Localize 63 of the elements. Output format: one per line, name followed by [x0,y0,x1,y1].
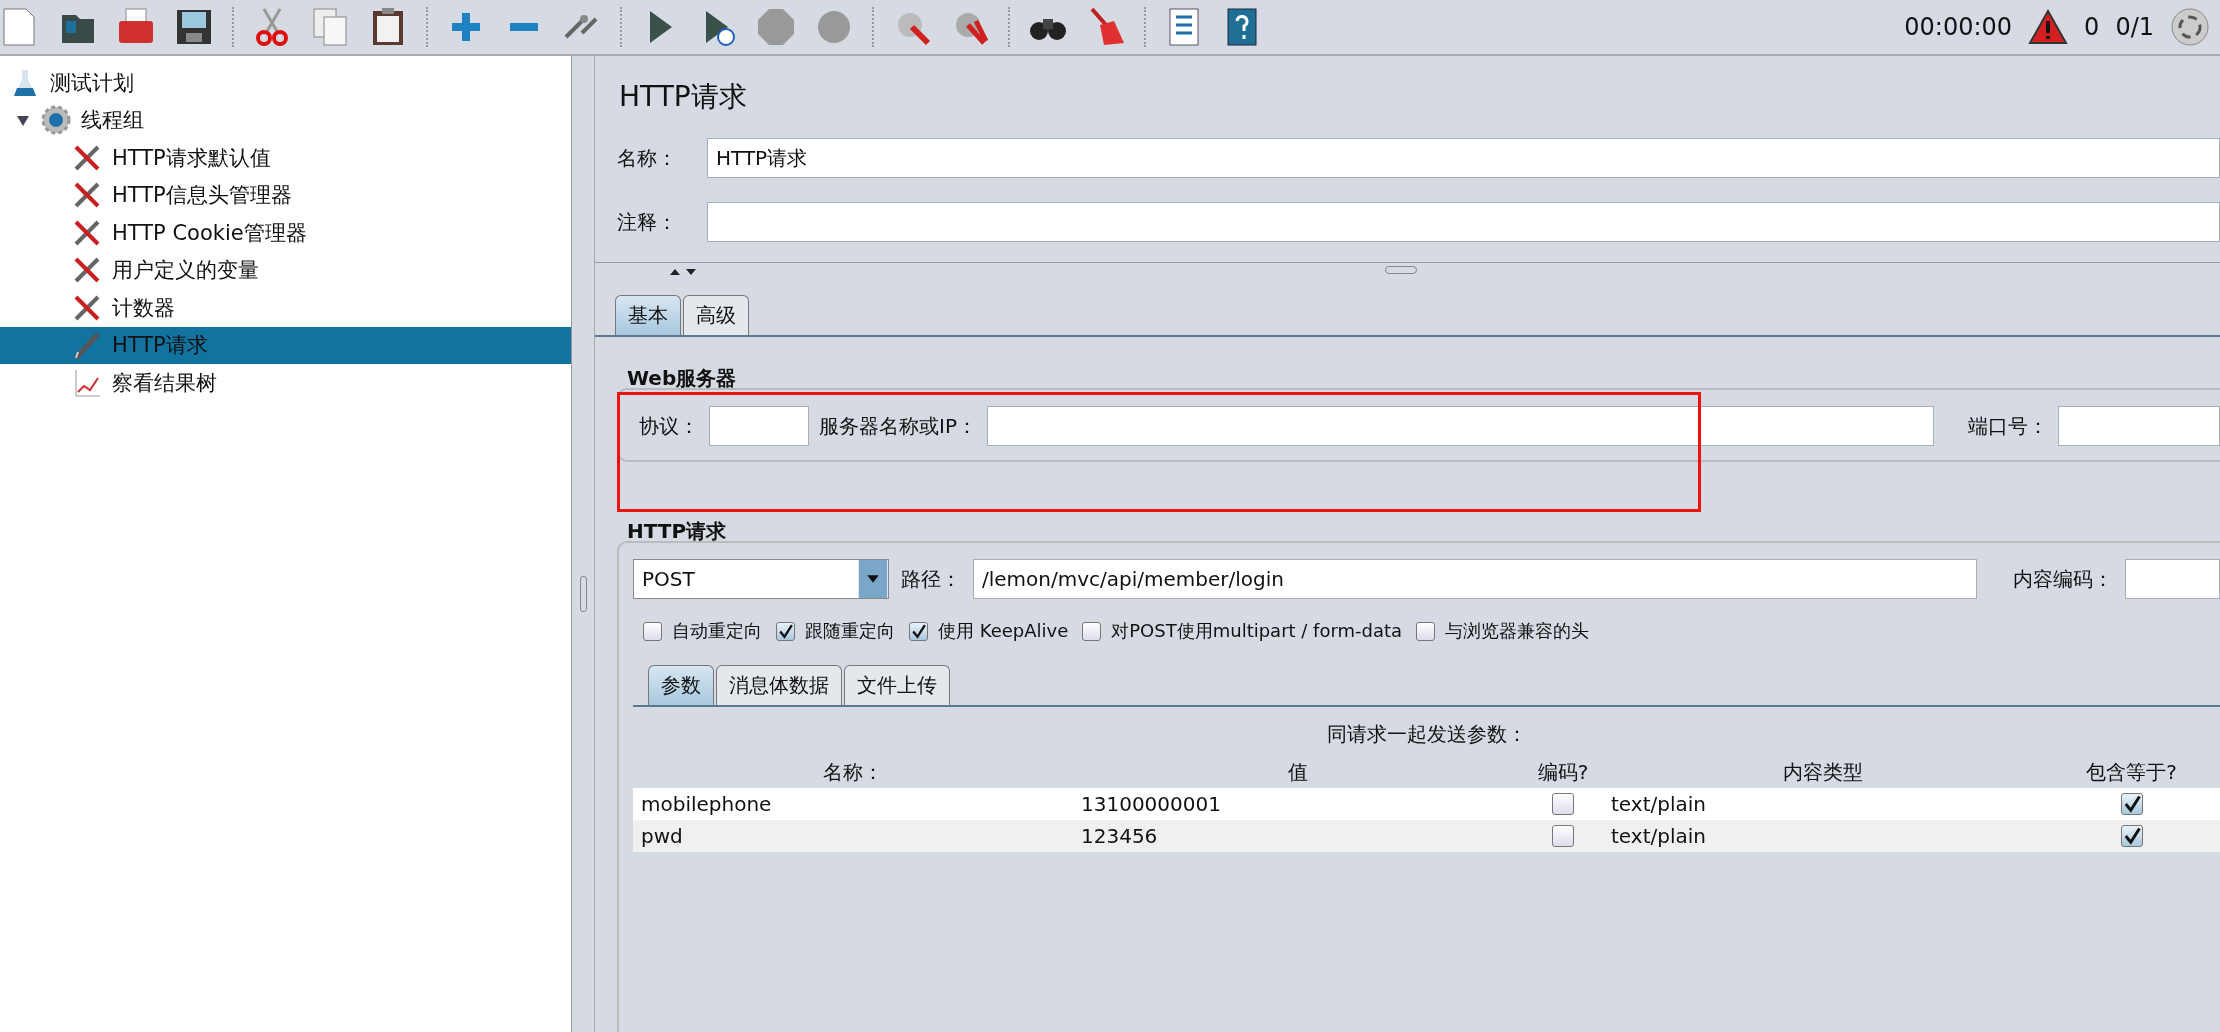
protocol-field[interactable] [709,406,809,446]
table-cell-text: 123456 [1080,824,1159,848]
pen-icon [72,330,102,361]
check-icon [910,622,927,640]
encoding-label: 内容编码： [2013,565,2113,593]
option-checkbox[interactable]: 与浏览器兼容的头 [1416,619,1590,643]
comment-field[interactable] [707,202,2220,242]
tab[interactable]: 基本 [615,295,681,335]
panel-title: HTTP请求 [618,79,748,115]
error-count: 0 [2084,13,2100,41]
column-header: 编码? [1536,758,1590,786]
table-cell-text: text/plain [1610,824,1707,848]
round-icon[interactable] [2170,7,2210,47]
port-label: 端口号： [1968,412,2048,440]
table-cell-text: pwd [640,824,684,848]
tree-item[interactable]: HTTP请求默认值 [0,139,571,177]
comment-label: 注释： [617,208,678,236]
path-field[interactable]: /lemon/mvc/api/member/login [973,559,1977,599]
column-header: 内容类型 [1782,758,1864,786]
table-cell-text: text/plain [1610,792,1707,816]
server-label: 服务器名称或IP： [819,412,977,440]
tree-item[interactable]: 用户定义的变量 [0,251,571,289]
option-checkbox[interactable]: 跟随重定向 [776,619,895,643]
include-equals-checkbox[interactable] [2120,825,2143,847]
warning-icon [2028,9,2069,45]
tree-item[interactable]: HTTP Cookie管理器 [0,214,571,252]
column-header: 包含等于? [2085,758,2178,786]
option-checkbox[interactable]: 自动重定向 [643,619,762,643]
name-label: 名称： [617,144,678,172]
timer: 00:00:00 [1904,13,2013,41]
tree-item[interactable]: 计数器 [0,289,571,327]
column-header: 值 [1287,758,1309,786]
stop-icon [756,7,796,47]
tree-item[interactable]: HTTP信息头管理器 [0,176,571,214]
tree-item[interactable]: 察看结果树 [0,364,571,402]
table-cell-text: 13100000001 [1080,792,1222,816]
path-label: 路径： [901,565,961,593]
method-dropdown[interactable]: POST [633,559,889,599]
tab[interactable]: 参数 [648,665,714,705]
check-icon [777,622,794,640]
protocol-label: 协议： [639,412,699,440]
column-header: 名称： [822,758,884,786]
section-title: Web服务器 [626,365,738,392]
server-field[interactable] [986,406,1934,446]
tab[interactable]: 文件上传 [844,665,950,705]
tab[interactable]: 高级 [683,295,749,335]
option-checkbox[interactable]: 使用 KeepAlive [909,619,1069,643]
table-cell-text: mobilephone [640,792,773,816]
chart-icon [72,367,102,398]
option-checkbox[interactable]: 对POST使用multipart / form-data [1082,619,1403,643]
include-equals-checkbox[interactable] [2120,793,2143,815]
tree-item[interactable]: 线程组 [0,101,571,139]
section-title: HTTP请求 [626,518,728,545]
table-caption: 同请求一起发送参数： [1325,721,1528,748]
encode-checkbox[interactable] [1552,793,1574,815]
thread-count: 0/1 [2115,13,2154,41]
encoding-field[interactable] [2125,559,2220,599]
port-field[interactable] [2058,406,2220,446]
tab[interactable]: 消息体数据 [716,665,842,705]
tree-item[interactable]: 测试计划 [0,64,571,102]
name-field[interactable]: HTTP请求 [707,138,2220,178]
encode-checkbox[interactable] [1552,825,1574,847]
tree-item[interactable]: HTTP请求 [0,326,571,364]
